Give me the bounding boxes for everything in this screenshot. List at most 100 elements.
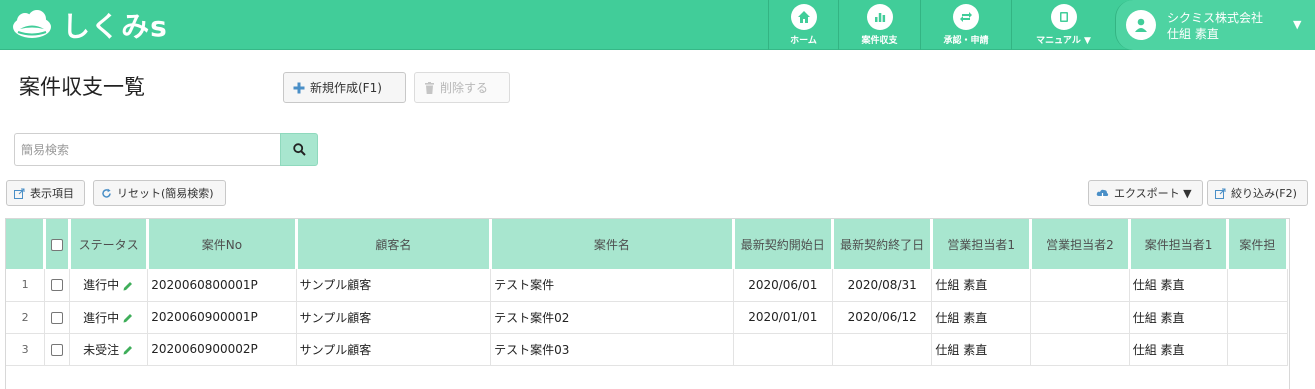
table-row[interactable]: 2 進行中 2020060900001P サンプル顧客 テスト案件02 2020… xyxy=(6,301,1288,334)
col-status[interactable]: ステータス xyxy=(69,219,150,269)
col-customer[interactable]: 顧客名 xyxy=(296,219,493,269)
customer-cell: サンプル顧客 xyxy=(296,269,492,302)
search-input[interactable] xyxy=(14,133,280,166)
export-label: エクスポート ▼ xyxy=(1114,187,1192,200)
external-link-icon xyxy=(14,188,25,199)
reset-search-label: リセット(簡易検索) xyxy=(117,187,214,200)
table-row[interactable]: 1 進行中 2020060800001P サンプル顧客 テスト案件 2020/0… xyxy=(6,269,1288,302)
display-items-button[interactable]: 表示項目 xyxy=(6,180,85,206)
row-number-header xyxy=(6,219,47,269)
col-contract-start[interactable]: 最新契約開始日 xyxy=(733,219,834,269)
status-cell: 進行中 xyxy=(69,301,149,334)
repeat-icon xyxy=(953,4,979,30)
contract-end-cell: 2020/06/12 xyxy=(832,301,933,334)
app-logo[interactable]: しくみs xyxy=(10,8,168,43)
book-icon xyxy=(1050,4,1077,30)
row-checkbox[interactable] xyxy=(44,301,71,334)
owner1-cell: 仕組 素直 xyxy=(1129,269,1229,302)
new-button-label: 新規作成(F1) xyxy=(310,81,382,95)
nav-approval[interactable]: 承認・申請 xyxy=(920,0,1011,50)
contract-end-cell: 2020/08/31 xyxy=(832,269,933,302)
contract-start-cell: 2020/01/01 xyxy=(733,301,833,334)
row-number: 3 xyxy=(6,333,46,366)
cloud-download-icon xyxy=(1096,189,1109,199)
customer-cell: サンプル顧客 xyxy=(296,333,492,366)
user-menu[interactable]: シクミス株式会社 仕組 素直 ▼ xyxy=(1115,0,1315,50)
row-number: 2 xyxy=(6,301,46,334)
delete-button-label: 削除する xyxy=(440,81,489,95)
caret-down-icon: ▼ xyxy=(1293,18,1302,31)
case-balance-grid: ステータス 案件No 顧客名 案件名 最新契約開始日 最新契約終了日 営業担当者… xyxy=(5,218,1290,389)
user-avatar-icon xyxy=(1126,10,1156,40)
status-text: 進行中 xyxy=(83,310,120,325)
status-cell: 未受注 xyxy=(69,333,149,366)
status-text: 未受注 xyxy=(83,342,120,357)
case-no-cell: 2020060800001P xyxy=(147,269,297,302)
case-no-cell: 2020060900002P xyxy=(147,333,297,366)
user-company: シクミス株式会社 xyxy=(1167,11,1264,25)
filter-label: 絞り込み(F2) xyxy=(1231,187,1297,200)
sales1-cell: 仕組 素直 xyxy=(931,333,1032,366)
owner-partial-cell xyxy=(1227,301,1288,334)
row-number: 1 xyxy=(6,269,46,302)
case-name-cell: テスト案件 xyxy=(490,269,734,302)
customer-cell: サンプル顧客 xyxy=(296,301,492,334)
search-button[interactable] xyxy=(280,133,318,166)
owner-partial-cell xyxy=(1227,269,1288,302)
case-name-cell: テスト案件03 xyxy=(490,333,734,366)
nav-home[interactable]: ホーム xyxy=(768,0,838,50)
case-name-cell: テスト案件02 xyxy=(490,301,734,334)
row-checkbox[interactable] xyxy=(44,269,71,302)
delete-button[interactable]: 削除する xyxy=(414,72,510,103)
case-no-cell: 2020060900001P xyxy=(147,301,297,334)
export-button[interactable]: エクスポート ▼ xyxy=(1088,180,1203,206)
col-contract-end[interactable]: 最新契約終了日 xyxy=(832,219,934,269)
pencil-icon[interactable] xyxy=(122,344,134,356)
nav-manual[interactable]: マニュアル ▼ xyxy=(1011,0,1115,50)
new-button[interactable]: 新規作成(F1) xyxy=(283,72,406,103)
col-case-no[interactable]: 案件No xyxy=(147,219,298,269)
filter-button[interactable]: 絞り込み(F2) xyxy=(1207,180,1308,206)
col-sales2[interactable]: 営業担当者2 xyxy=(1030,219,1131,269)
case-table: ステータス 案件No 顧客名 案件名 最新契約開始日 最新契約終了日 営業担当者… xyxy=(6,219,1289,366)
display-items-label: 表示項目 xyxy=(30,187,74,200)
col-case-name[interactable]: 案件名 xyxy=(490,219,735,269)
pencil-icon[interactable] xyxy=(122,280,134,292)
sales2-cell xyxy=(1030,301,1130,334)
contract-start-cell xyxy=(733,333,833,366)
sales2-cell xyxy=(1030,333,1130,366)
row-checkbox[interactable] xyxy=(44,333,71,366)
cloud-logo-icon xyxy=(13,10,51,38)
nav-case-balance-label: 案件収支 xyxy=(861,36,898,46)
home-icon xyxy=(790,4,817,30)
sales1-cell: 仕組 素直 xyxy=(931,301,1032,334)
logo-text: しくみs xyxy=(62,10,168,43)
plus-icon xyxy=(293,82,305,93)
trash-icon xyxy=(425,81,434,94)
table-row[interactable]: 3 未受注 2020060900002P サンプル顧客 テスト案件03 仕組 素… xyxy=(6,333,1288,366)
status-cell: 進行中 xyxy=(69,269,149,302)
select-all-checkbox[interactable] xyxy=(44,219,71,269)
user-name: 仕組 素直 xyxy=(1167,27,1219,41)
col-sales1[interactable]: 営業担当者1 xyxy=(931,219,1033,269)
status-text: 進行中 xyxy=(83,278,120,293)
col-owner-partial[interactable]: 案件担 xyxy=(1227,219,1289,269)
owner1-cell: 仕組 素直 xyxy=(1129,301,1229,334)
reset-search-button[interactable]: リセット(簡易検索) xyxy=(93,180,226,206)
contract-end-cell xyxy=(832,333,933,366)
external-link-icon xyxy=(1215,188,1226,199)
nav-home-label: ホーム xyxy=(790,36,817,46)
refresh-icon xyxy=(102,188,111,198)
col-owner1[interactable]: 案件担当者1 xyxy=(1129,219,1230,269)
page-title: 案件収支一覧 xyxy=(19,75,145,99)
search-icon xyxy=(292,143,306,156)
nav-approval-label: 承認・申請 xyxy=(943,36,989,46)
pencil-icon[interactable] xyxy=(122,312,134,324)
table-header-row: ステータス 案件No 顧客名 案件名 最新契約開始日 最新契約終了日 営業担当者… xyxy=(6,219,1289,269)
top-navigation-bar: しくみs ホーム 案件収支 承認・申請 マニュアル ▼ シクミス株式会社 仕組 … xyxy=(0,0,1315,50)
sales1-cell: 仕組 素直 xyxy=(931,269,1032,302)
nav-case-balance[interactable]: 案件収支 xyxy=(838,0,920,50)
bar-chart-icon xyxy=(866,4,893,30)
nav-manual-label: マニュアル ▼ xyxy=(1036,36,1091,46)
owner-partial-cell xyxy=(1227,333,1288,366)
